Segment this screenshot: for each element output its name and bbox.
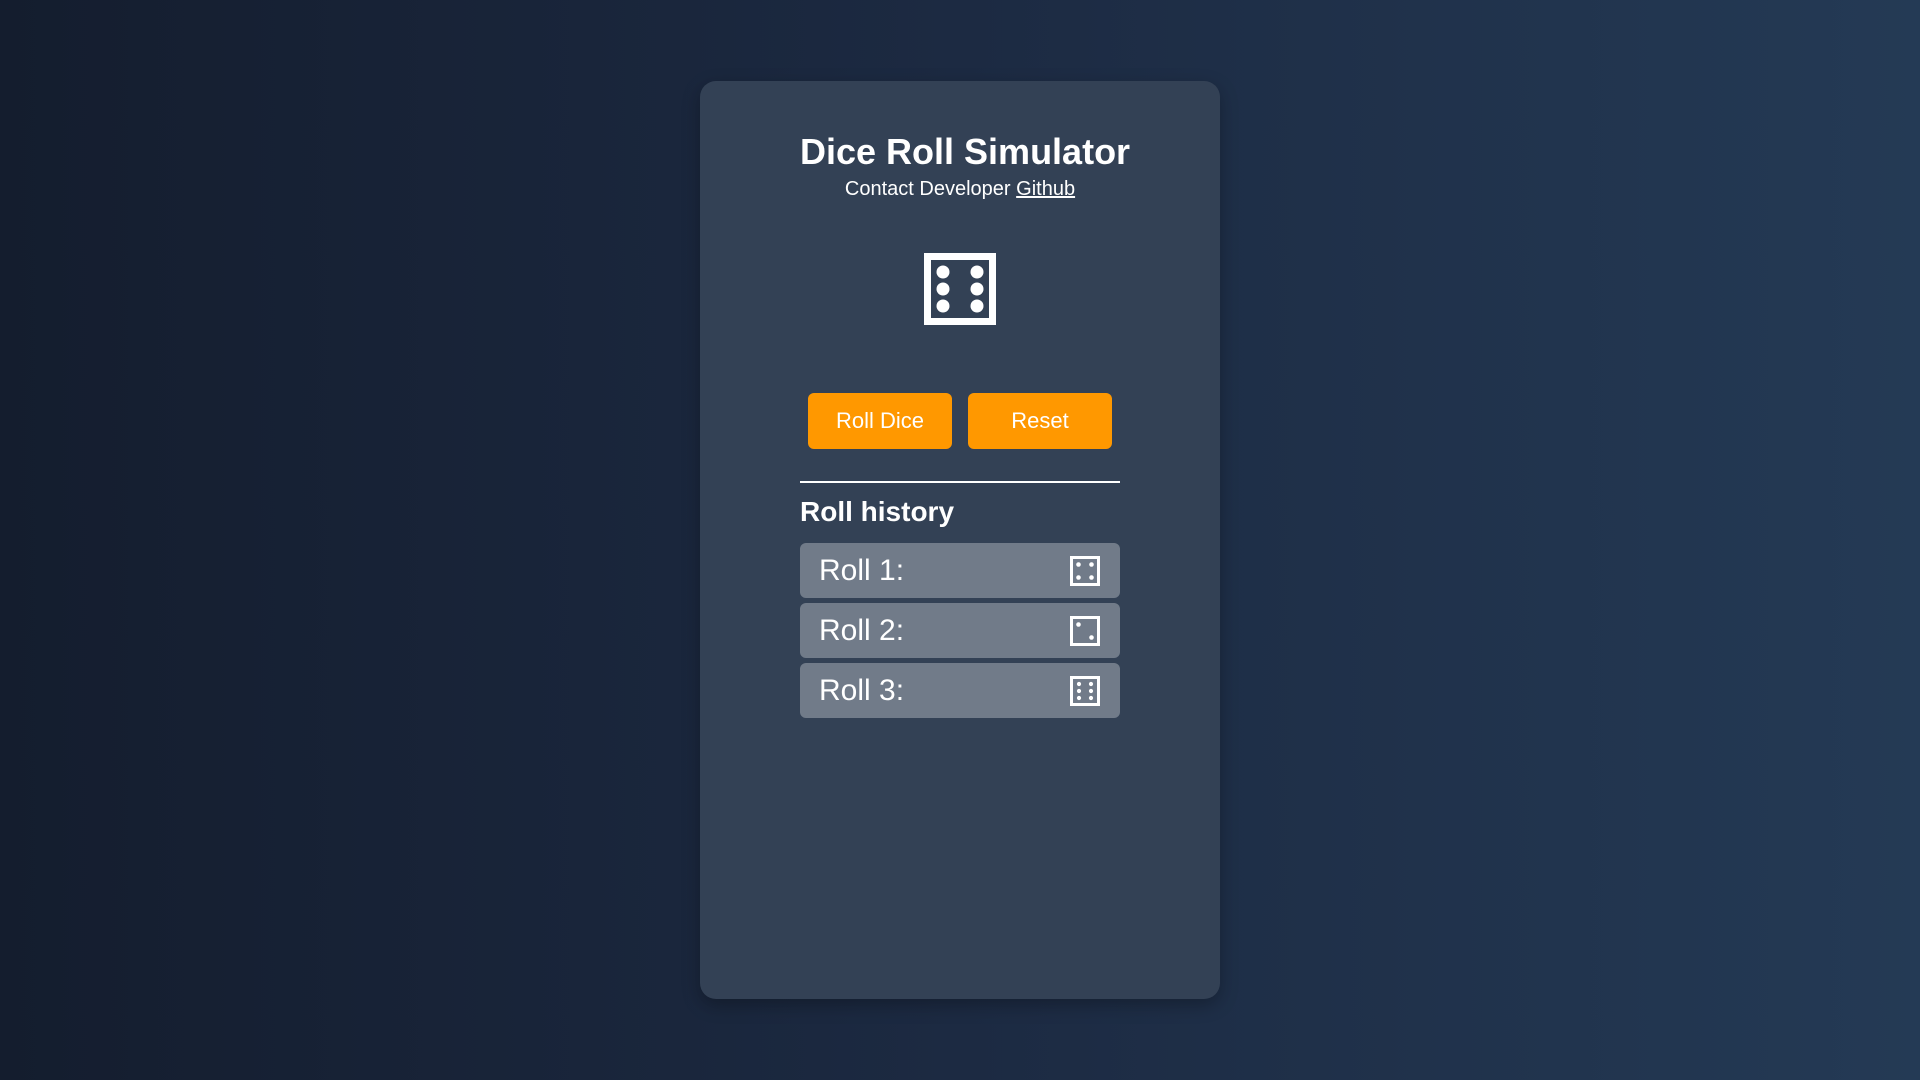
contact-prefix: Contact Developer	[844, 178, 1011, 200]
roll-history-item: Roll 1:	[800, 543, 1120, 598]
roll-history-list: Roll 1: Roll 2: Roll 3:	[800, 543, 1120, 718]
section-divider	[800, 481, 1120, 483]
contact-line: Contact Developer Github	[800, 177, 1120, 201]
dice-two-icon	[1070, 615, 1100, 646]
dice-six-icon	[1070, 675, 1100, 706]
page-title: Dice Roll Simulator	[800, 131, 1131, 172]
dice-four-icon	[1070, 555, 1100, 586]
roll-dice-button[interactable]: Roll Dice	[808, 393, 952, 449]
current-roll-display	[800, 253, 1120, 325]
roll-label: Roll 2:	[819, 613, 905, 647]
roll-label: Roll 1:	[819, 553, 905, 587]
roll-history-title: Roll history	[800, 496, 955, 527]
dice-simulator-card: Dice Roll Simulator Contact Developer Gi…	[700, 81, 1220, 999]
roll-label: Roll 3:	[819, 673, 905, 707]
reset-button[interactable]: Reset	[968, 393, 1112, 449]
github-link[interactable]: Github	[1016, 178, 1075, 200]
control-buttons: Roll Dice Reset	[800, 393, 1120, 449]
dice-six-icon	[924, 253, 996, 325]
roll-history-item: Roll 2:	[800, 603, 1120, 658]
roll-history-item: Roll 3:	[800, 663, 1120, 718]
